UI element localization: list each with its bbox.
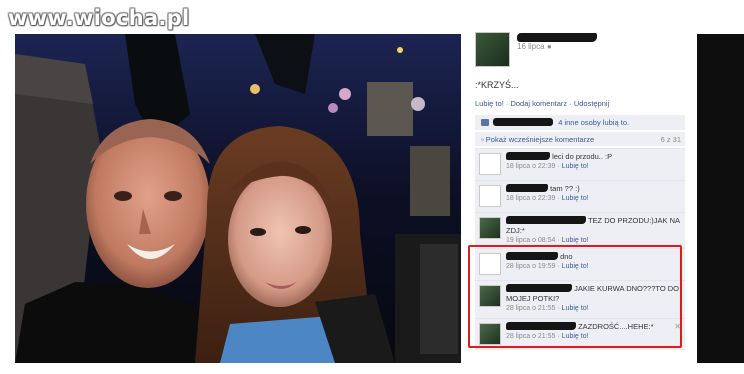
commenter-avatar[interactable] bbox=[479, 253, 501, 275]
show-previous-comments[interactable]: ▫ Pokaż wcześniejsze komentarze 6 z 31 bbox=[475, 132, 685, 146]
comment-like-link[interactable]: Lubię to! bbox=[562, 333, 589, 340]
globe-icon: ● bbox=[546, 42, 552, 51]
comment-item: leci do przodu.. :P 18 lipca o 22:39 · L… bbox=[475, 148, 685, 180]
viewer-right-bar bbox=[697, 34, 744, 363]
comment-text: tam ?? :) bbox=[550, 184, 580, 193]
comment-time[interactable]: 18 lipca o 22:39 bbox=[506, 163, 555, 170]
commenter-avatar[interactable] bbox=[479, 217, 501, 239]
poster-avatar[interactable] bbox=[475, 32, 510, 67]
comment-like-link[interactable]: Lubię to! bbox=[562, 195, 589, 202]
thumbs-up-icon bbox=[481, 119, 489, 126]
comment-bubble-icon: ▫ bbox=[481, 135, 484, 144]
post-meta: 16 lipca ● bbox=[517, 42, 552, 51]
comment-item: TEZ DO PRZODU:)JAK NA ZDJ:* 19 lipca o 0… bbox=[475, 212, 685, 248]
add-comment-link[interactable]: Dodaj komentarz bbox=[510, 99, 567, 108]
commenter-avatar[interactable] bbox=[479, 153, 501, 175]
commenter-name-redacted bbox=[506, 252, 558, 260]
commenter-avatar[interactable] bbox=[479, 285, 501, 307]
poster-name-redacted bbox=[517, 33, 597, 42]
close-icon[interactable]: ✕ bbox=[674, 322, 681, 331]
post-date[interactable]: 16 lipca bbox=[517, 42, 545, 51]
photo-bottom-band bbox=[15, 363, 461, 374]
comments-panel: 16 lipca ● :*KRZYŚ... Lubię to! · Dodaj … bbox=[465, 28, 697, 374]
comment-count: 6 z 31 bbox=[660, 135, 681, 144]
like-link[interactable]: Lubię to! bbox=[475, 99, 504, 108]
likes-text[interactable]: 4 inne osoby lubią to. bbox=[558, 118, 629, 127]
site-watermark: www.wiocha.pl bbox=[8, 6, 190, 30]
comment-item: tam ?? :) 18 lipca o 22:39 · Lubię to! bbox=[475, 180, 685, 212]
comment-like-link[interactable]: Lubię to! bbox=[562, 263, 589, 270]
post-caption: :*KRZYŚ... bbox=[475, 80, 519, 90]
comment-item: ZAZDROŚĆ....HEHE:* 28 lipca o 21:55 · Lu… bbox=[475, 318, 685, 350]
comment-text: ZAZDROŚĆ....HEHE:* bbox=[578, 322, 654, 331]
photo-viewer[interactable] bbox=[15, 34, 461, 363]
comment-item: JAKIE KURWA DNO???TO DO MOJEJ POTKI? 28 … bbox=[475, 280, 685, 318]
share-link[interactable]: Udostępnij bbox=[574, 99, 609, 108]
comment-like-link[interactable]: Lubię to! bbox=[562, 237, 589, 244]
comment-like-link[interactable]: Lubię to! bbox=[562, 163, 589, 170]
comment-time[interactable]: 28 lipca o 21:55 bbox=[506, 305, 555, 312]
commenter-name-redacted bbox=[506, 322, 576, 330]
commenter-name-redacted bbox=[506, 152, 550, 160]
commenter-name-redacted bbox=[506, 216, 586, 224]
commenter-avatar[interactable] bbox=[479, 185, 501, 207]
photo-image bbox=[15, 34, 461, 363]
comment-time[interactable]: 28 lipca o 21:55 bbox=[506, 333, 555, 340]
likers-redacted bbox=[493, 118, 554, 126]
comment-text: dno bbox=[560, 252, 573, 261]
likes-summary[interactable]: 4 inne osoby lubią to. bbox=[475, 115, 685, 130]
comment-text: leci do przodu.. :P bbox=[552, 152, 613, 161]
previous-comments-link[interactable]: Pokaż wcześniejsze komentarze bbox=[486, 135, 594, 144]
comment-time[interactable]: 18 lipca o 22:39 bbox=[506, 195, 555, 202]
comment-time[interactable]: 19 lipca o 08:54 bbox=[506, 237, 555, 244]
post-actions: Lubię to! · Dodaj komentarz · Udostępnij bbox=[475, 99, 610, 108]
comment-like-link[interactable]: Lubię to! bbox=[562, 305, 589, 312]
commenter-avatar[interactable] bbox=[479, 323, 501, 345]
comment-time[interactable]: 28 lipca o 19:59 bbox=[506, 263, 555, 270]
comment-item: dno 28 lipca o 19:59 · Lubię to! bbox=[475, 248, 685, 280]
commenter-name-redacted bbox=[506, 184, 548, 192]
commenter-name-redacted bbox=[506, 284, 572, 292]
